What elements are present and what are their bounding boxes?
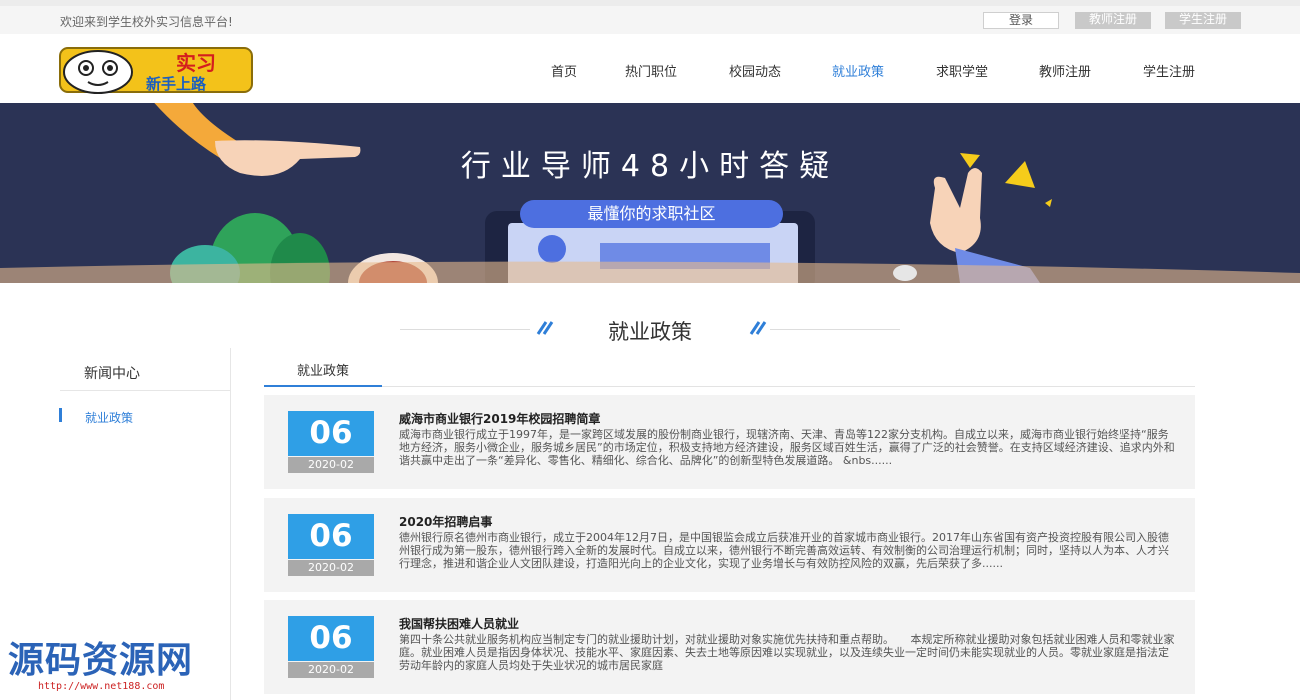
date-year-month: 2020-02 <box>288 560 374 576</box>
article-title[interactable]: 2020年招聘启事 <box>399 513 492 530</box>
date-year-month: 2020-02 <box>288 662 374 678</box>
section-title: 就业政策 <box>0 316 1300 346</box>
nav-hot-jobs[interactable]: 热门职位 <box>625 61 677 80</box>
nav-campus-news[interactable]: 校园动态 <box>729 61 781 80</box>
article-summary: 第四十条公共就业服务机构应当制定专门的就业援助计划，对就业援助对象实施优先扶持和… <box>399 633 1175 672</box>
date-badge: 06 2020-02 <box>288 616 374 678</box>
banner-pill: 最懂你的求职社区 <box>520 200 783 228</box>
date-day: 06 <box>288 514 374 559</box>
nav-teacher-register[interactable]: 教师注册 <box>1039 61 1091 80</box>
student-register-button[interactable]: 学生注册 <box>1165 12 1241 29</box>
article-summary: 威海市商业银行成立于1997年，是一家跨区域发展的股份制商业银行，现辖济南、天津… <box>399 428 1175 467</box>
teacher-register-button[interactable]: 教师注册 <box>1075 12 1151 29</box>
nav-career-school[interactable]: 求职学堂 <box>936 61 988 80</box>
banner-illustration <box>0 103 1300 283</box>
login-button[interactable]: 登录 <box>983 12 1059 29</box>
sidebar-divider <box>60 390 230 391</box>
nav-employment-policy[interactable]: 就业政策 <box>832 61 884 80</box>
date-day: 06 <box>288 411 374 456</box>
date-year-month: 2020-02 <box>288 457 374 473</box>
logo-text-bottom: 新手上路 <box>146 75 207 93</box>
sidebar-border <box>230 348 231 700</box>
hero-banner[interactable]: 行业导师48小时答疑 最懂你的求职社区 <box>0 103 1300 283</box>
tab-bar-line <box>264 386 1195 387</box>
watermark-text: 源码资源网 <box>8 631 193 683</box>
article-card[interactable]: 06 2020-02 我国帮扶困难人员就业 第四十条公共就业服务机构应当制定专门… <box>264 600 1195 694</box>
logo-text-top: 实习 <box>176 51 216 75</box>
site-logo[interactable]: 实习 新手上路 <box>58 46 254 94</box>
sidebar-item-employment-policy[interactable]: 就业政策 <box>85 409 133 426</box>
tab-employment-policy[interactable]: 就业政策 <box>264 356 382 387</box>
date-day: 06 <box>288 616 374 661</box>
article-summary: 德州银行原名德州市商业银行，成立于2004年12月7日，是中国银监会成立后获准开… <box>399 531 1175 570</box>
site-header: 实习 新手上路 首页 热门职位 校园动态 就业政策 求职学堂 教师注册 学生注册 <box>0 34 1300 103</box>
nav-student-register[interactable]: 学生注册 <box>1143 61 1195 80</box>
sidebar-heading: 新闻中心 <box>84 363 140 383</box>
article-title[interactable]: 我国帮扶困难人员就业 <box>399 615 519 632</box>
article-card[interactable]: 06 2020-02 威海市商业银行2019年校园招聘简章 威海市商业银行成立于… <box>264 395 1195 489</box>
sidebar-active-marker <box>59 408 62 422</box>
article-title[interactable]: 威海市商业银行2019年校园招聘简章 <box>399 410 600 427</box>
top-bar: 欢迎来到学生校外实习信息平台! 登录 教师注册 学生注册 <box>0 0 1300 34</box>
logo-graphic: 实习 新手上路 <box>58 46 254 94</box>
nav-home[interactable]: 首页 <box>551 61 577 80</box>
date-badge: 06 2020-02 <box>288 514 374 576</box>
date-badge: 06 2020-02 <box>288 411 374 473</box>
watermark-url: http://www.net188.com <box>38 681 164 692</box>
welcome-text: 欢迎来到学生校外实习信息平台! <box>60 13 233 30</box>
article-card[interactable]: 06 2020-02 2020年招聘启事 德州银行原名德州市商业银行，成立于20… <box>264 498 1195 592</box>
banner-title: 行业导师48小时答疑 <box>0 141 1300 185</box>
